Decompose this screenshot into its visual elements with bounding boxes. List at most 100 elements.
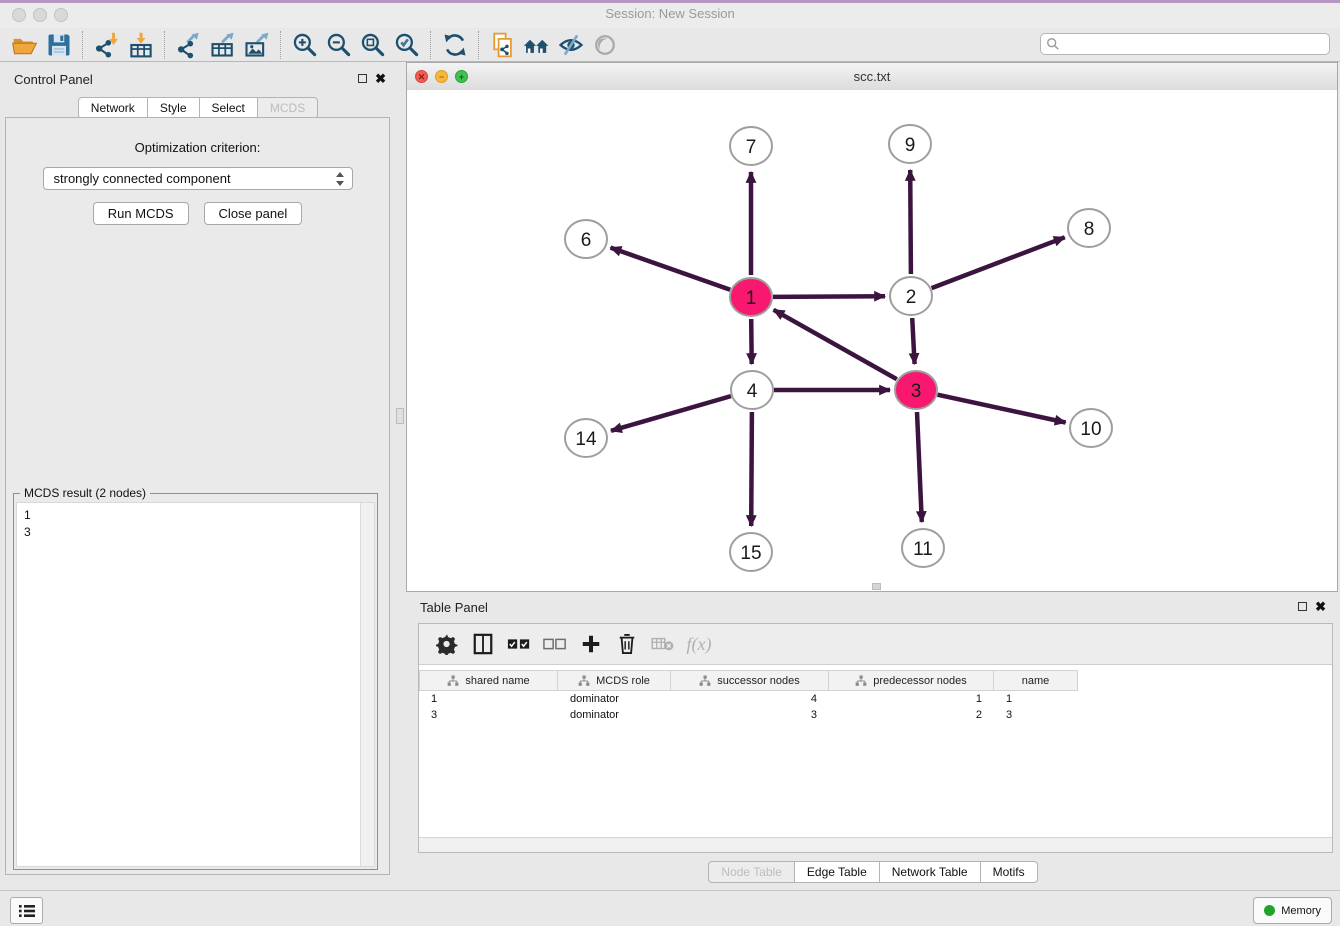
save-session-button[interactable] (42, 30, 76, 60)
graph-node-3[interactable]: 3 (895, 371, 937, 409)
unchecked-boxes-icon (543, 637, 567, 651)
mcds-result-area[interactable]: 1 3 (16, 502, 375, 867)
deselect-all-columns-button[interactable] (537, 628, 573, 660)
tab-motifs[interactable]: Motifs (980, 861, 1038, 883)
close-panel-icon[interactable]: ✖ (1315, 602, 1326, 611)
graph-node-label: 8 (1084, 219, 1095, 240)
table-cell[interactable]: 3 (419, 707, 558, 723)
mcds-panel: Optimization criterion: strongly connect… (5, 117, 390, 875)
float-panel-icon[interactable] (358, 74, 367, 83)
graph-edge-3-1[interactable] (774, 310, 897, 379)
column-header-predecessor-nodes[interactable]: predecessor nodes (829, 670, 994, 691)
column-header-name[interactable]: name (994, 670, 1078, 691)
tab-network[interactable]: Network (78, 97, 148, 119)
export-table-button[interactable] (206, 30, 240, 60)
hide-details-button[interactable] (554, 30, 588, 60)
refresh-button[interactable] (438, 30, 472, 60)
graph-node-2[interactable]: 2 (890, 277, 932, 315)
graph-node-label: 11 (913, 539, 933, 560)
zoom-fit-button[interactable] (356, 30, 390, 60)
graph-node-1[interactable]: 1 (730, 278, 772, 316)
column-pane-button[interactable] (465, 628, 501, 660)
result-scrollbar[interactable] (360, 503, 374, 866)
graph-node-10[interactable]: 10 (1070, 409, 1112, 447)
zoom-in-button[interactable] (288, 30, 322, 60)
graph-node-9[interactable]: 9 (889, 125, 931, 163)
close-panel-button[interactable]: Close panel (204, 202, 303, 225)
graph-edge-2-3[interactable] (912, 318, 914, 364)
select-all-columns-button[interactable] (501, 628, 537, 660)
function-builder-button[interactable]: f(x) (681, 628, 717, 660)
float-panel-icon[interactable] (1298, 602, 1307, 611)
network-graph: 7 9 6 8 1 2 4 3 14 10 15 11 (407, 90, 1337, 591)
graph-node-7[interactable]: 7 (730, 127, 772, 165)
mcds-result-text: 1 3 (17, 503, 358, 866)
graph-edge-4-14[interactable] (611, 396, 731, 431)
network-window-titlebar[interactable]: ✕ − + scc.txt (407, 63, 1337, 91)
export-network-button[interactable] (172, 30, 206, 60)
graph-edge-3-11[interactable] (917, 412, 922, 522)
delete-column-button[interactable] (609, 628, 645, 660)
table-cell[interactable]: dominator (558, 691, 671, 707)
column-header-shared-name[interactable]: shared name (419, 670, 558, 691)
create-column-button[interactable] (573, 628, 609, 660)
table-horizontal-scrollbar[interactable] (419, 837, 1332, 852)
table-settings-button[interactable] (429, 628, 465, 660)
table-cell[interactable]: 2 (829, 707, 994, 723)
table-cell[interactable]: 1 (419, 691, 558, 707)
table-cell[interactable]: 1 (994, 691, 1078, 707)
table-cell[interactable]: 1 (829, 691, 994, 707)
criterion-dropdown[interactable]: strongly connected component (43, 167, 353, 190)
delete-table-button[interactable] (645, 628, 681, 660)
zoom-out-icon (325, 31, 353, 59)
memory-button[interactable]: Memory (1253, 897, 1332, 924)
graph-node-6[interactable]: 6 (565, 220, 607, 258)
graph-edge-3-10[interactable] (938, 395, 1066, 423)
graph-node-8[interactable]: 8 (1068, 209, 1110, 247)
show-details-button[interactable] (588, 30, 622, 60)
graph-node-11[interactable]: 11 (902, 529, 944, 567)
zoom-selected-button[interactable] (390, 30, 424, 60)
clone-network-button[interactable] (486, 30, 520, 60)
tab-style[interactable]: Style (147, 97, 200, 119)
column-header-MCDS-role[interactable]: MCDS role (558, 670, 671, 691)
tab-select[interactable]: Select (199, 97, 258, 119)
open-file-button[interactable] (8, 30, 42, 60)
graph-node-15[interactable]: 15 (730, 533, 772, 571)
graph-edge-1-2[interactable] (773, 296, 885, 297)
dropdown-stepper-icon (335, 171, 345, 187)
table-cell[interactable]: 4 (671, 691, 829, 707)
close-panel-icon[interactable]: ✖ (375, 74, 386, 83)
graph-node-4[interactable]: 4 (731, 371, 773, 409)
search-icon (1046, 37, 1060, 51)
import-network-button[interactable] (90, 30, 124, 60)
task-history-button[interactable] (10, 897, 43, 924)
splitter-grip[interactable] (396, 408, 404, 424)
import-table-button[interactable] (124, 30, 158, 60)
column-header-successor-nodes[interactable]: successor nodes (671, 670, 829, 691)
home-button[interactable] (520, 30, 554, 60)
graph-node-14[interactable]: 14 (565, 419, 607, 457)
export-image-button[interactable] (240, 30, 274, 60)
tab-mcds[interactable]: MCDS (257, 97, 318, 119)
table-cell[interactable]: 3 (994, 707, 1078, 723)
network-canvas[interactable]: 7 9 6 8 1 2 4 3 14 10 15 11 (407, 90, 1337, 591)
zoom-out-button[interactable] (322, 30, 356, 60)
table-cell[interactable]: dominator (558, 707, 671, 723)
graph-edge-1-6[interactable] (611, 248, 731, 290)
canvas-scroll-grip[interactable] (872, 583, 881, 590)
graph-edge-2-9[interactable] (910, 170, 911, 274)
criterion-value: strongly connected component (54, 171, 231, 186)
search-input[interactable] (1040, 33, 1330, 55)
tab-network-table[interactable]: Network Table (879, 861, 981, 883)
run-mcds-button[interactable]: Run MCDS (93, 202, 189, 225)
graph-node-label: 7 (746, 137, 757, 158)
tab-edge-table[interactable]: Edge Table (794, 861, 880, 883)
tab-node-table[interactable]: Node Table (708, 861, 795, 883)
graph-edge-2-8[interactable] (932, 237, 1065, 288)
table-cell[interactable]: 3 (671, 707, 829, 723)
table-row[interactable]: 1dominator411 (419, 691, 1332, 707)
graph-edge-4-15[interactable] (751, 412, 752, 526)
table-row[interactable]: 3dominator323 (419, 707, 1332, 723)
graph-edge-1-4[interactable] (751, 319, 752, 364)
